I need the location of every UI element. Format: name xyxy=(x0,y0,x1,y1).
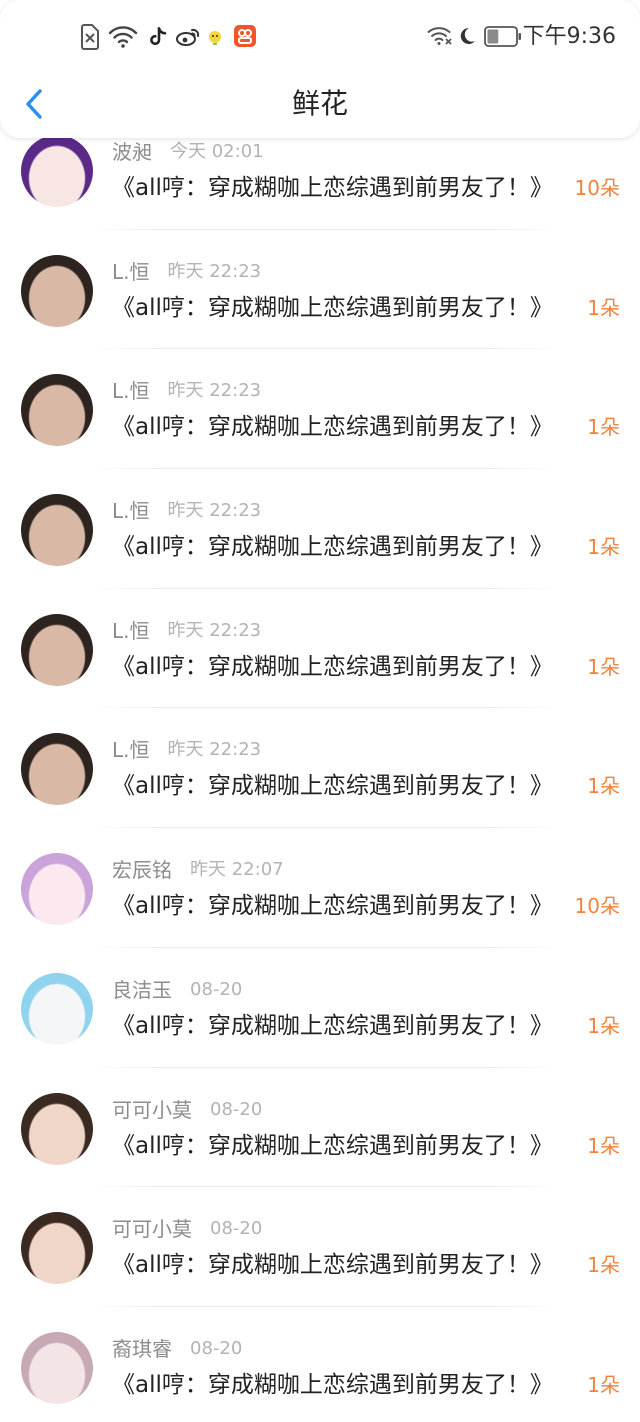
flower-count: 1朵 xyxy=(587,1133,620,1158)
flower-list: 波昶 今天 02:01 《all哼：穿成糊咖上恋综遇到前男友了！》 10朵 L.… xyxy=(0,110,640,1422)
item-meta: 良洁玉 08-20 xyxy=(112,977,242,1003)
item-meta: 可可小莫 08-20 xyxy=(112,1216,262,1242)
item-meta: L.恒 昨天 22:23 xyxy=(112,737,261,763)
list-item[interactable]: 裔琪睿 08-20 《all哼：穿成糊咖上恋综遇到前男友了！》 1朵 xyxy=(0,1307,640,1422)
timestamp: 08-20 xyxy=(190,978,243,1000)
timestamp: 08-20 xyxy=(210,1098,263,1120)
battery-fill xyxy=(487,29,499,44)
item-meta: 宏辰铭 昨天 22:07 xyxy=(112,857,284,883)
sim-off-icon xyxy=(81,24,99,50)
avatar[interactable] xyxy=(21,254,93,327)
tiktok-icon xyxy=(150,27,167,46)
user-name: 可可小莫 xyxy=(112,1217,192,1242)
item-meta: 裔琪睿 08-20 xyxy=(112,1336,242,1362)
user-name: 宏辰铭 xyxy=(112,858,172,883)
timestamp: 昨天 22:23 xyxy=(167,260,262,282)
book-title: 《all哼：穿成糊咖上恋综遇到前男友了！》 xyxy=(112,773,553,800)
avatar[interactable] xyxy=(21,853,93,926)
user-name: 可可小莫 xyxy=(112,1097,192,1122)
wifi-hotspot-icon xyxy=(108,26,138,48)
list-item[interactable]: L.恒 昨天 22:23 《all哼：穿成糊咖上恋综遇到前男友了！》 1朵 xyxy=(0,230,640,350)
item-meta: L.恒 昨天 22:23 xyxy=(112,498,261,524)
clock-time: 下午9:36 xyxy=(522,24,616,49)
book-title: 《all哼：穿成糊咖上恋综遇到前男友了！》 xyxy=(112,653,553,680)
item-meta: L.恒 昨天 22:23 xyxy=(112,618,261,644)
book-title: 《all哼：穿成糊咖上恋综遇到前男友了！》 xyxy=(112,893,553,920)
wifi-icon xyxy=(427,27,452,45)
list-item[interactable]: 可可小莫 08-20 《all哼：穿成糊咖上恋综遇到前男友了！》 1朵 xyxy=(0,1068,640,1188)
avatar[interactable] xyxy=(21,733,93,806)
book-title: 《all哼：穿成糊咖上恋综遇到前男友了！》 xyxy=(112,1371,553,1398)
timestamp: 昨天 22:07 xyxy=(190,859,284,881)
flower-count: 1朵 xyxy=(587,295,620,320)
flower-count: 1朵 xyxy=(587,535,620,560)
orange-app-icon xyxy=(234,25,256,47)
user-name: L.恒 xyxy=(112,259,150,284)
avatar[interactable] xyxy=(21,1331,93,1404)
list-item[interactable]: 良洁玉 08-20 《all哼：穿成糊咖上恋综遇到前男友了！》 1朵 xyxy=(0,948,640,1068)
battery-icon xyxy=(484,26,521,47)
book-title: 《all哼：穿成糊咖上恋综遇到前男友了！》 xyxy=(112,175,553,201)
user-name: L.恒 xyxy=(112,499,150,524)
list-item[interactable]: L.恒 昨天 22:23 《all哼：穿成糊咖上恋综遇到前男友了！》 1朵 xyxy=(0,708,640,829)
flower-count: 10朵 xyxy=(574,894,620,919)
flower-count: 1朵 xyxy=(587,774,620,799)
timestamp: 08-20 xyxy=(210,1218,263,1240)
user-name: L.恒 xyxy=(112,738,150,763)
flower-count: 10朵 xyxy=(574,176,620,200)
list-item[interactable]: L.恒 昨天 22:23 《all哼：穿成糊咖上恋综遇到前男友了！》 1朵 xyxy=(0,349,640,470)
list-item[interactable]: 可可小莫 08-20 《all哼：穿成糊咖上恋综遇到前男友了！》 1朵 xyxy=(0,1187,640,1307)
chick-app-icon xyxy=(209,31,221,45)
flower-count: 1朵 xyxy=(587,1253,620,1278)
avatar[interactable] xyxy=(21,1212,93,1285)
list-item[interactable]: L.恒 昨天 22:23 《all哼：穿成糊咖上恋综遇到前男友了！》 1朵 xyxy=(0,589,640,709)
user-name: L.恒 xyxy=(112,618,150,643)
item-meta: L.恒 昨天 22:23 xyxy=(112,378,261,404)
avatar[interactable] xyxy=(21,374,93,447)
weibo-icon xyxy=(176,28,200,46)
user-name: 波昶 xyxy=(112,140,152,164)
timestamp: 昨天 22:23 xyxy=(167,619,262,641)
avatar[interactable] xyxy=(21,1092,93,1165)
book-title: 《all哼：穿成糊咖上恋综遇到前男友了！》 xyxy=(112,414,553,441)
book-title: 《all哼：穿成糊咖上恋综遇到前男友了！》 xyxy=(112,294,553,321)
status-bar: 下午9:36 xyxy=(0,0,640,70)
user-name: 裔琪睿 xyxy=(112,1336,172,1361)
flower-count: 1朵 xyxy=(587,1372,620,1397)
timestamp: 昨天 22:23 xyxy=(167,739,262,761)
app-header: 下午9:36 鲜花 xyxy=(0,0,640,138)
book-title: 《all哼：穿成糊咖上恋综遇到前男友了！》 xyxy=(112,534,553,561)
book-title: 《all哼：穿成糊咖上恋综遇到前男友了！》 xyxy=(112,1252,553,1279)
timestamp: 08-20 xyxy=(190,1337,243,1359)
avatar[interactable] xyxy=(21,494,93,567)
list-item[interactable]: L.恒 昨天 22:23 《all哼：穿成糊咖上恋综遇到前男友了！》 1朵 xyxy=(0,469,640,589)
user-name: 良洁玉 xyxy=(112,977,172,1002)
flower-count: 1朵 xyxy=(587,654,620,679)
moon-icon xyxy=(460,27,475,44)
timestamp: 昨天 22:23 xyxy=(167,500,262,522)
item-meta: L.恒 昨天 22:23 xyxy=(112,259,261,285)
user-name: L.恒 xyxy=(112,379,150,404)
item-meta: 波昶 今天 02:01 xyxy=(112,139,264,165)
page-title: 鲜花 xyxy=(291,87,348,120)
timestamp: 昨天 22:23 xyxy=(167,380,262,402)
item-meta: 可可小莫 08-20 xyxy=(112,1097,262,1123)
timestamp: 今天 02:01 xyxy=(170,141,264,162)
book-title: 《all哼：穿成糊咖上恋综遇到前男友了！》 xyxy=(112,1132,553,1159)
avatar[interactable] xyxy=(21,613,93,686)
list-item[interactable]: 宏辰铭 昨天 22:07 《all哼：穿成糊咖上恋综遇到前男友了！》 10朵 xyxy=(0,828,640,948)
avatar[interactable] xyxy=(21,972,93,1045)
avatar[interactable] xyxy=(21,135,93,207)
flower-count: 1朵 xyxy=(587,1013,620,1038)
book-title: 《all哼：穿成糊咖上恋综遇到前男友了！》 xyxy=(112,1012,553,1039)
flower-count: 1朵 xyxy=(587,415,620,440)
